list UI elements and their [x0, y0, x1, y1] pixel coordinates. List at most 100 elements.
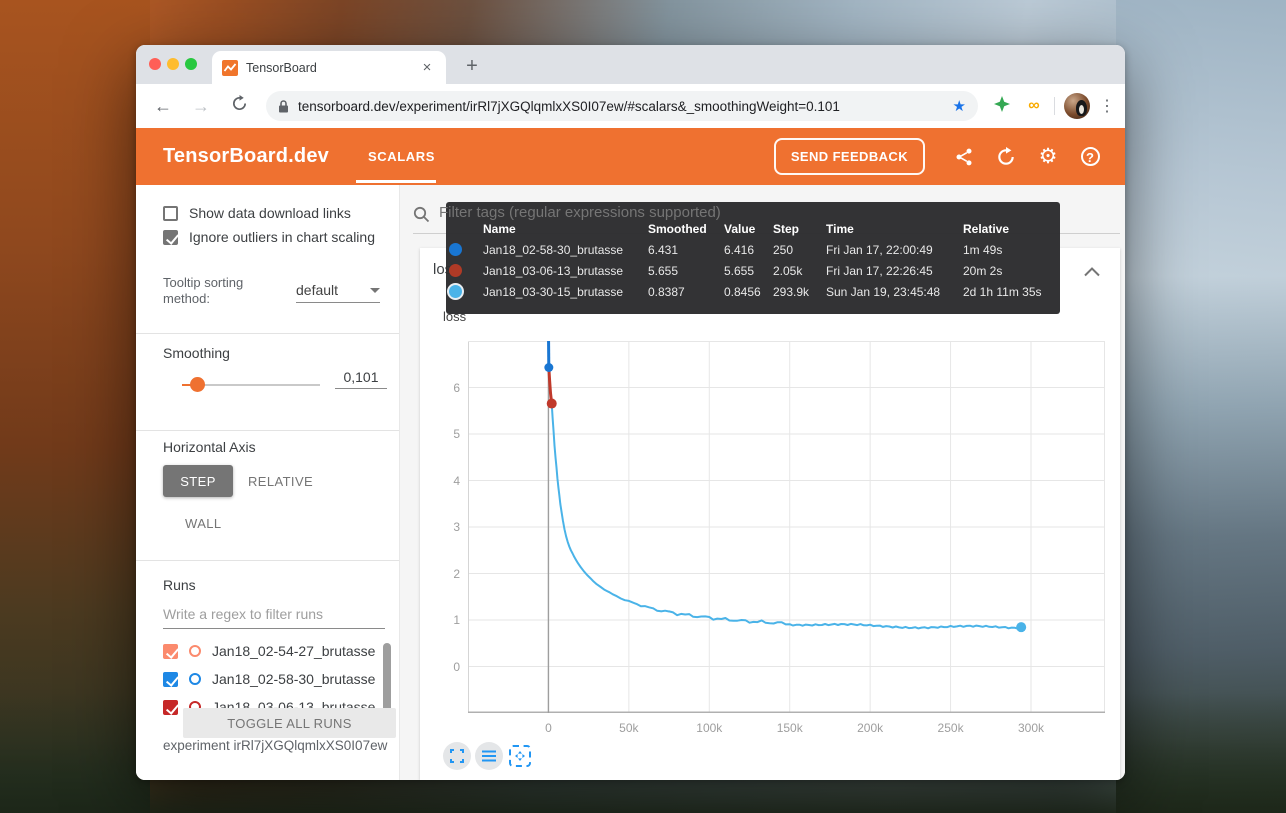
divider [136, 333, 399, 334]
browser-toolbar: ← → tensorboard.dev/experiment/irRl7jXGQ… [136, 84, 1125, 128]
x-axis-tick-label: 250k [929, 721, 973, 735]
run-color-dot [449, 243, 462, 256]
chevron-up-icon[interactable] [1084, 264, 1100, 282]
close-tab-icon[interactable]: × [418, 59, 436, 77]
url-text[interactable]: tensorboard.dev/experiment/irRl7jXGQlqml… [298, 99, 947, 114]
x-axis-tick-label: 100k [687, 721, 731, 735]
run-color-swatch[interactable] [189, 645, 201, 657]
tab-title: TensorBoard [246, 61, 418, 75]
browser-menu-icon[interactable]: ⋮ [1097, 96, 1117, 116]
help-icon[interactable]: ? [1078, 145, 1102, 169]
show-download-links-label: Show data download links [189, 205, 351, 221]
runs-filter-input[interactable] [163, 606, 385, 622]
loss-chart-plot[interactable] [468, 341, 1105, 713]
run-color-dot [449, 285, 462, 298]
colab-extension-icon[interactable]: ∞ [1022, 97, 1046, 115]
filter-tags-input[interactable] [439, 204, 839, 221]
run-color-swatch[interactable] [189, 673, 201, 685]
y-axis-tick-label: 4 [434, 474, 460, 488]
lock-icon [278, 100, 289, 113]
axis-relative-button[interactable]: RELATIVE [248, 474, 313, 489]
x-axis-tick-label: 300k [1009, 721, 1053, 735]
send-feedback-button[interactable]: SEND FEEDBACK [774, 138, 925, 175]
y-axis-tick-label: 3 [434, 520, 460, 534]
browser-tab[interactable]: TensorBoard × [212, 51, 446, 84]
settings-sidebar: Show data download links Ignore outliers… [136, 185, 400, 780]
expand-chart-icon[interactable] [443, 742, 471, 770]
experiment-id-label: experiment irRl7jXGQlqmlxXS0I07ew [163, 738, 387, 753]
y-axis-tick-label: 6 [434, 381, 460, 395]
x-axis-tick-label: 50k [607, 721, 651, 735]
run-row[interactable]: Jan18_02-54-27_brutasse [163, 637, 393, 665]
tensorboard-favicon [222, 60, 238, 76]
run-row[interactable]: Jan18_02-58-30_brutasse [163, 665, 393, 693]
extension-icon[interactable] [990, 96, 1014, 117]
minimize-window-button[interactable] [167, 58, 179, 70]
y-axis-tick-label: 2 [434, 567, 460, 581]
brand-title: TensorBoard.dev [163, 145, 329, 168]
toggle-all-runs-button[interactable]: TOGGLE ALL RUNS [183, 708, 396, 738]
run-checkbox[interactable] [163, 644, 178, 659]
y-axis-tick-label: 0 [434, 660, 460, 674]
zoom-window-button[interactable] [185, 58, 197, 70]
runs-label: Runs [163, 577, 196, 593]
show-download-links-row[interactable]: Show data download links [163, 205, 351, 221]
address-bar[interactable]: tensorboard.dev/experiment/irRl7jXGQlqml… [266, 91, 978, 121]
tooltip-sorting-label: Tooltip sorting method: [163, 275, 243, 307]
main-panel: loss loss [400, 185, 1125, 780]
run-checkbox[interactable] [163, 672, 178, 687]
toolbar-divider [1054, 97, 1055, 115]
run-name-label: Jan18_02-54-27_brutasse [212, 643, 375, 659]
search-icon [413, 206, 430, 228]
profile-avatar[interactable] [1064, 93, 1090, 119]
show-download-links-checkbox[interactable] [163, 206, 178, 221]
y-axis-tick-label: 5 [434, 427, 460, 441]
share-icon[interactable] [952, 145, 976, 169]
tensorboard-header: TensorBoard.dev SCALARS SEND FEEDBACK ⚙ … [136, 128, 1125, 185]
smoothing-label: Smoothing [163, 345, 230, 361]
smoothing-value-input[interactable]: 0,101 [335, 369, 387, 389]
run-checkbox[interactable] [163, 700, 178, 715]
ignore-outliers-label: Ignore outliers in chart scaling [189, 229, 375, 245]
x-axis-tick-label: 150k [768, 721, 812, 735]
axis-step-button[interactable]: STEP [163, 465, 233, 497]
tooltip-run-row: Jan18_03-30-15_brutasse0.83870.8456293.9… [446, 281, 1060, 302]
wallpaper-left-cliff [0, 0, 150, 813]
new-tab-button[interactable]: + [458, 53, 486, 81]
divider [136, 430, 399, 431]
tooltip-run-row: Jan18_03-06-13_brutasse5.6555.6552.05kFr… [446, 260, 1060, 281]
x-axis-tick-label: 200k [848, 721, 892, 735]
wallpaper-right-mountain [1116, 0, 1286, 813]
tab-strip: TensorBoard × + [136, 45, 1125, 84]
reload-icon[interactable] [225, 92, 253, 120]
tab-scalars[interactable]: SCALARS [368, 128, 435, 185]
browser-window: TensorBoard × + ← → tensorboard.dev/expe… [136, 45, 1125, 780]
desktop: TensorBoard × + ← → tensorboard.dev/expe… [0, 0, 1286, 813]
x-axis-tick-label: 0 [526, 721, 570, 735]
chevron-down-icon [370, 288, 380, 293]
runs-selector-icon[interactable] [475, 742, 503, 770]
y-axis-tick-label: 1 [434, 613, 460, 627]
input-underline [163, 628, 385, 629]
axis-wall-button[interactable]: WALL [185, 516, 222, 531]
tooltip-header-row: NameSmoothedValueStepTimeRelative [446, 218, 1060, 239]
slider-knob[interactable] [190, 377, 205, 392]
ignore-outliers-checkbox[interactable] [163, 230, 178, 245]
active-tab-underline [356, 180, 436, 183]
back-icon[interactable]: ← [149, 92, 177, 120]
ignore-outliers-row[interactable]: Ignore outliers in chart scaling [163, 229, 375, 245]
tooltip-sorting-value: default [296, 282, 370, 298]
fit-domain-icon[interactable] [509, 745, 531, 767]
bookmark-star-icon[interactable]: ★ [953, 97, 966, 115]
tooltip-sorting-dropdown[interactable]: default [296, 282, 380, 303]
plot-svg [468, 341, 1105, 713]
close-window-button[interactable] [149, 58, 161, 70]
run-name-label: Jan18_02-58-30_brutasse [212, 671, 375, 687]
settings-gear-icon[interactable]: ⚙ [1036, 145, 1060, 169]
horizontal-axis-label: Horizontal Axis [163, 439, 256, 455]
divider [136, 560, 399, 561]
forward-icon: → [187, 92, 215, 120]
tooltip-run-row: Jan18_02-58-30_brutasse6.4316.416250Fri … [446, 239, 1060, 260]
refresh-icon[interactable] [994, 145, 1018, 169]
smoothing-slider[interactable] [182, 384, 320, 386]
